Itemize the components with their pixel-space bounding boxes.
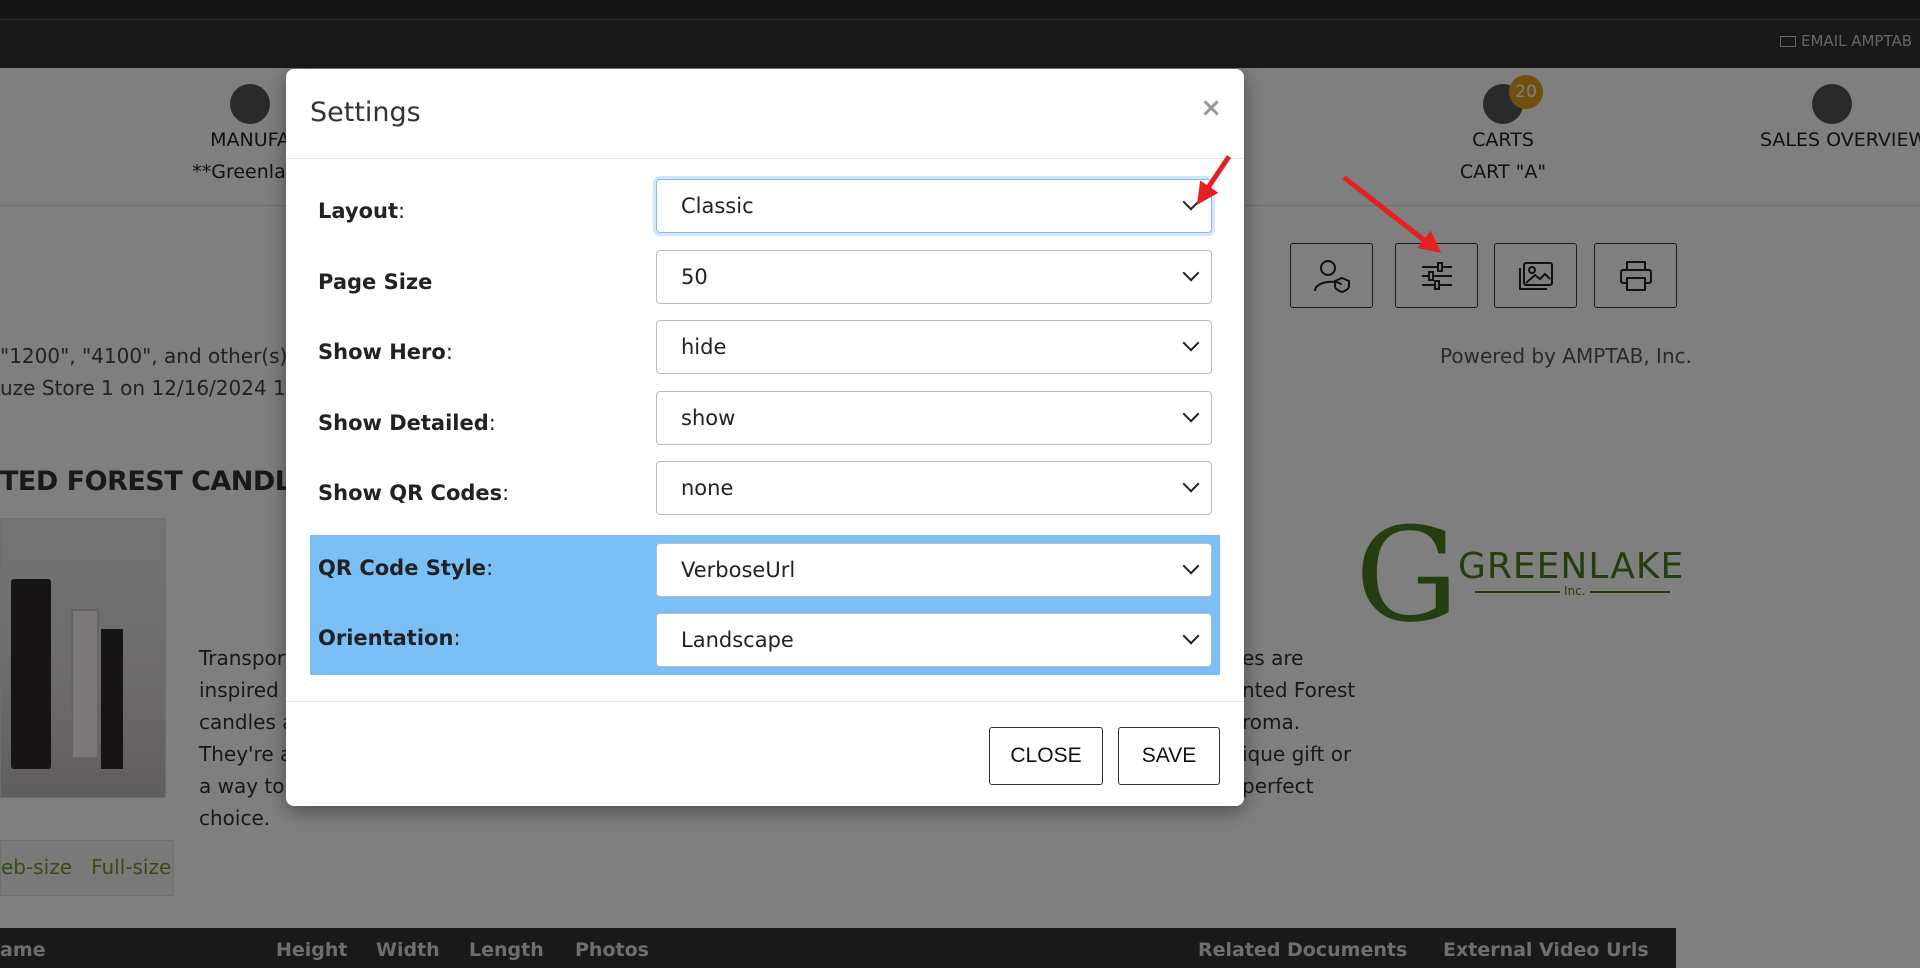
chevron-down-icon	[1182, 557, 1200, 575]
select-value: none	[681, 476, 734, 500]
qr-code-style-select[interactable]: VerboseUrl	[656, 543, 1212, 597]
show-qr-codes-select[interactable]: none	[656, 461, 1212, 515]
field-layout: Layout: Classic	[310, 179, 1220, 249]
select-value: show	[681, 406, 736, 430]
chevron-down-icon	[1182, 334, 1200, 352]
chevron-down-icon	[1182, 627, 1200, 645]
orientation-select[interactable]: Landscape	[656, 613, 1212, 667]
save-button[interactable]: SAVE	[1118, 727, 1220, 785]
field-show-detailed: Show Detailed: show	[310, 391, 1220, 461]
chevron-down-icon	[1182, 475, 1200, 493]
field-show-hero: Show Hero: hide	[310, 320, 1220, 390]
select-value: Classic	[681, 194, 754, 218]
modal-title: Settings	[310, 97, 421, 128]
select-value: hide	[681, 335, 727, 359]
field-label: Layout:	[318, 199, 406, 223]
field-page-size: Page Size 50	[310, 250, 1220, 320]
page-size-select[interactable]: 50	[656, 250, 1212, 304]
modal-footer: CLOSE SAVE	[286, 701, 1244, 806]
close-icon[interactable]: ×	[1200, 93, 1222, 123]
field-label: QR Code Style:	[318, 556, 494, 580]
field-label: Orientation:	[318, 626, 461, 650]
close-button[interactable]: CLOSE	[989, 727, 1103, 785]
field-show-qr-codes: Show QR Codes: none	[310, 461, 1220, 531]
settings-modal: Settings × Layout: Classic Page Size 50 …	[286, 69, 1244, 806]
chevron-down-icon	[1182, 264, 1200, 282]
select-value: Landscape	[681, 628, 794, 652]
field-label: Show QR Codes:	[318, 481, 510, 505]
field-qr-code-style: QR Code Style: VerboseUrl	[310, 535, 1220, 605]
select-value: VerboseUrl	[681, 558, 796, 582]
field-orientation: Orientation: Landscape	[310, 605, 1220, 675]
show-hero-select[interactable]: hide	[656, 320, 1212, 374]
modal-header: Settings ×	[286, 69, 1244, 159]
field-label: Page Size	[318, 270, 433, 294]
select-value: 50	[681, 265, 708, 289]
layout-select[interactable]: Classic	[656, 179, 1212, 233]
chevron-down-icon	[1182, 405, 1200, 423]
field-label: Show Detailed:	[318, 411, 496, 435]
field-label: Show Hero:	[318, 340, 453, 364]
show-detailed-select[interactable]: show	[656, 391, 1212, 445]
